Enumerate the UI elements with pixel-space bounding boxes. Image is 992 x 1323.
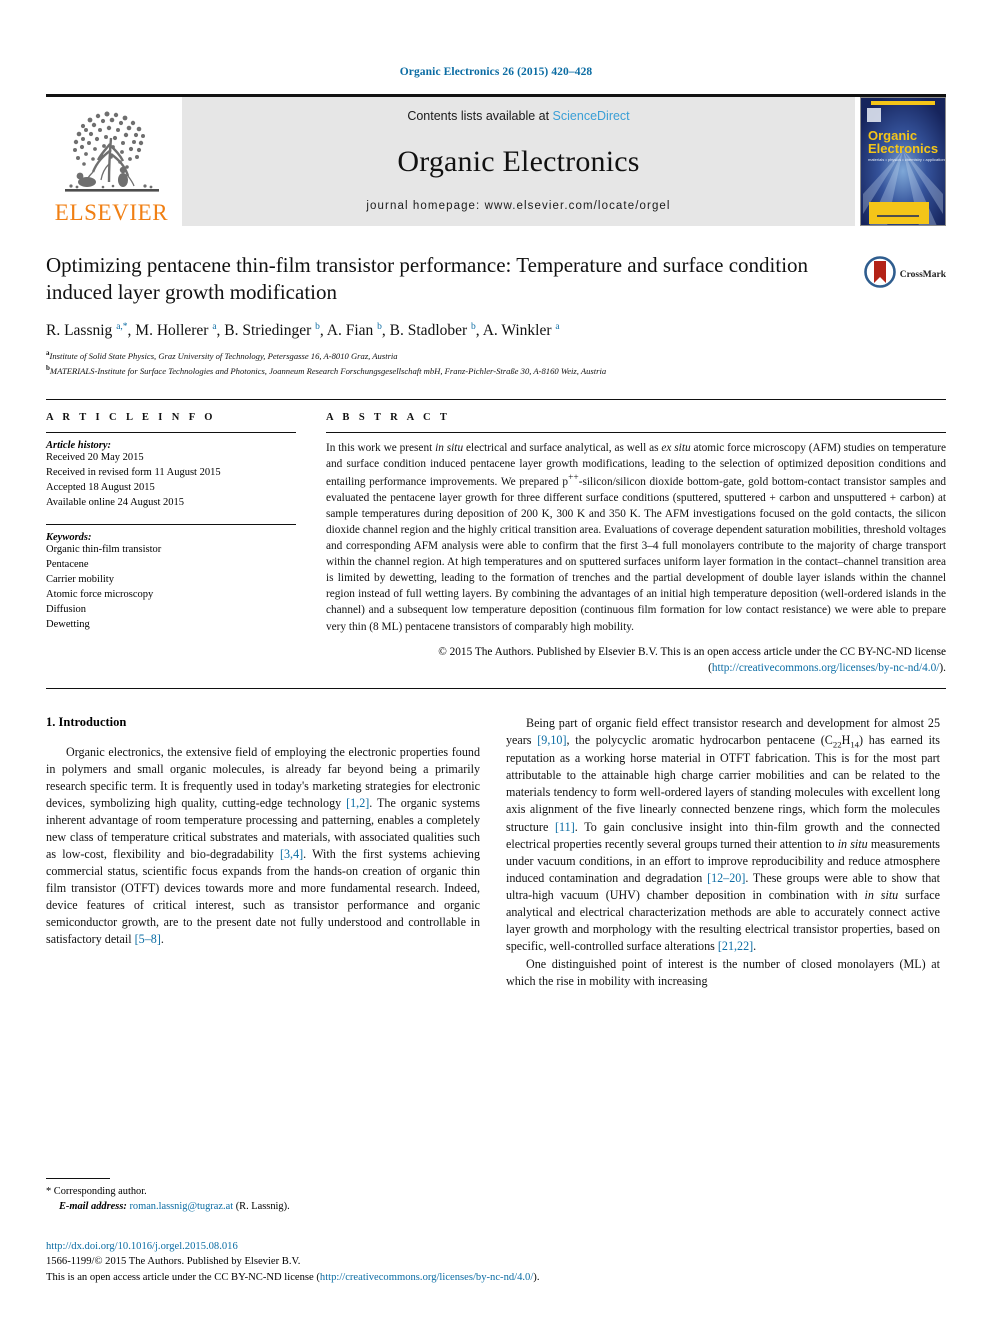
author-list: R. Lassnig a,*, M. Hollerer a, B. Stried… bbox=[46, 321, 560, 339]
divider bbox=[46, 687, 946, 689]
article-info-label: A R T I C L E I N F O bbox=[46, 412, 216, 424]
crossmark-label: CrossMark bbox=[899, 269, 946, 280]
info-abstract-section: A R T I C L E I N F O Article history: R… bbox=[46, 399, 946, 675]
section-heading-introduction: 1. Introduction bbox=[46, 714, 127, 729]
article-history-label: Article history: bbox=[46, 440, 112, 452]
divider bbox=[46, 432, 296, 434]
keyword-item: Atomic force microscopy bbox=[46, 588, 154, 600]
journal-title: Organic Electronics bbox=[397, 144, 640, 178]
article-info-column: A R T I C L E I N F O Article history: R… bbox=[46, 412, 314, 675]
body-columns: 1. Introduction Organic electronics, the… bbox=[46, 715, 946, 990]
title-block: Optimizing pentacene thin-film transisto… bbox=[46, 252, 946, 377]
elsevier-tree-icon bbox=[53, 104, 171, 200]
license-line: This is an open access article under the… bbox=[46, 1270, 746, 1285]
corresponding-author-line: * Corresponding author. bbox=[46, 1185, 147, 1197]
svg-text:Electronics: Electronics bbox=[868, 141, 938, 156]
divider bbox=[46, 1177, 110, 1179]
body-column-right: Being part of organic field effect trans… bbox=[506, 715, 940, 990]
cover-artwork: Organic Electronics materials • physics … bbox=[861, 98, 945, 225]
affiliations: aInstitute of Solid State Physics, Graz … bbox=[46, 348, 946, 378]
paper-page: Organic Electronics 26 (2015) 420–428 EL… bbox=[0, 0, 992, 1323]
keyword-item: Carrier mobility bbox=[46, 573, 114, 585]
affiliation-a: aInstitute of Solid State Physics, Graz … bbox=[46, 348, 946, 363]
issn-copyright-line: 1566-1199/© 2015 The Authors. Published … bbox=[46, 1256, 301, 1268]
abstract-text: In this work we present in situ electric… bbox=[326, 442, 947, 633]
keyword-item: Dewetting bbox=[46, 618, 90, 630]
cc-license-link[interactable]: http://creativecommons.org/licenses/by-n… bbox=[712, 662, 940, 674]
elsevier-logo: ELSEVIER bbox=[46, 97, 177, 226]
license-prefix: This is an open access article under the… bbox=[46, 1271, 320, 1283]
divider bbox=[46, 524, 296, 526]
paragraph: Being part of organic field effect trans… bbox=[506, 715, 941, 953]
crossmark-badge[interactable]: CrossMark bbox=[863, 256, 946, 293]
divider bbox=[326, 432, 946, 434]
paragraph: Organic electronics, the extensive field… bbox=[46, 744, 481, 947]
affiliation-text-b: MATERIALS-Institute for Surface Technolo… bbox=[49, 365, 607, 376]
contents-prefix: Contents lists available at bbox=[407, 109, 553, 123]
keywords-label: Keywords: bbox=[46, 532, 92, 544]
history-item: Accepted 18 August 2015 bbox=[46, 482, 155, 494]
contents-available-line: Contents lists available at ScienceDirec… bbox=[407, 109, 629, 123]
masthead-center: Contents lists available at ScienceDirec… bbox=[182, 97, 855, 226]
abstract-label: A B S T R A C T bbox=[326, 412, 451, 424]
license-suffix: ). bbox=[533, 1271, 540, 1283]
paragraph: One distinguished point of interest is t… bbox=[506, 956, 940, 988]
footnote-body: * Corresponding author. E-mail address: … bbox=[46, 1184, 480, 1215]
affiliation-text-a: Institute of Solid State Physics, Graz U… bbox=[49, 350, 398, 361]
affiliation-b: bMATERIALS-Institute for Surface Technol… bbox=[46, 363, 946, 378]
keyword-item: Organic thin-film transistor bbox=[46, 544, 162, 556]
keyword-item: Pentacene bbox=[46, 558, 89, 570]
elsevier-wordmark: ELSEVIER bbox=[54, 200, 169, 225]
running-head: Organic Electronics 26 (2015) 420–428 bbox=[399, 66, 593, 78]
sciencedirect-link[interactable]: ScienceDirect bbox=[553, 109, 630, 123]
page-title: Optimizing pentacene thin-film transisto… bbox=[46, 253, 809, 304]
history-item: Received in revised form 11 August 2015 bbox=[46, 467, 221, 479]
keyword-item: Diffusion bbox=[46, 603, 87, 615]
doi-link[interactable]: http://dx.doi.org/10.1016/j.orgel.2015.0… bbox=[46, 1239, 746, 1254]
email-line: E-mail address: roman.lassnig@tugraz.at … bbox=[46, 1199, 480, 1215]
history-item: Available online 24 August 2015 bbox=[46, 497, 185, 509]
abstract-copyright: © 2015 The Authors. Published by Elsevie… bbox=[326, 644, 946, 676]
svg-text:materials • physics • chemistr: materials • physics • chemistry • applic… bbox=[868, 157, 945, 162]
abstract-column: A B S T R A C T In this work we present … bbox=[314, 412, 946, 675]
corresponding-author-footnote: * Corresponding author. E-mail address: … bbox=[46, 1177, 480, 1215]
copyright-suffix: ). bbox=[939, 661, 946, 674]
footer-cc-license-link[interactable]: http://creativecommons.org/licenses/by-n… bbox=[320, 1272, 533, 1283]
body-column-left: 1. Introduction Organic electronics, the… bbox=[46, 715, 480, 990]
email-owner: (R. Lassnig). bbox=[235, 1201, 290, 1213]
journal-cover-thumbnail: Organic Electronics materials • physics … bbox=[860, 97, 946, 226]
journal-masthead: ELSEVIER Contents lists available at Sci… bbox=[46, 94, 946, 226]
email-address-label: E-mail address: bbox=[59, 1201, 127, 1213]
page-footer: http://dx.doi.org/10.1016/j.orgel.2015.0… bbox=[46, 1239, 746, 1285]
crossmark-icon bbox=[863, 256, 896, 293]
journal-homepage-link[interactable]: journal homepage: www.elsevier.com/locat… bbox=[366, 200, 670, 212]
history-item: Received 20 May 2015 bbox=[46, 452, 144, 464]
email-link[interactable]: roman.lassnig@tugraz.at bbox=[129, 1201, 233, 1212]
